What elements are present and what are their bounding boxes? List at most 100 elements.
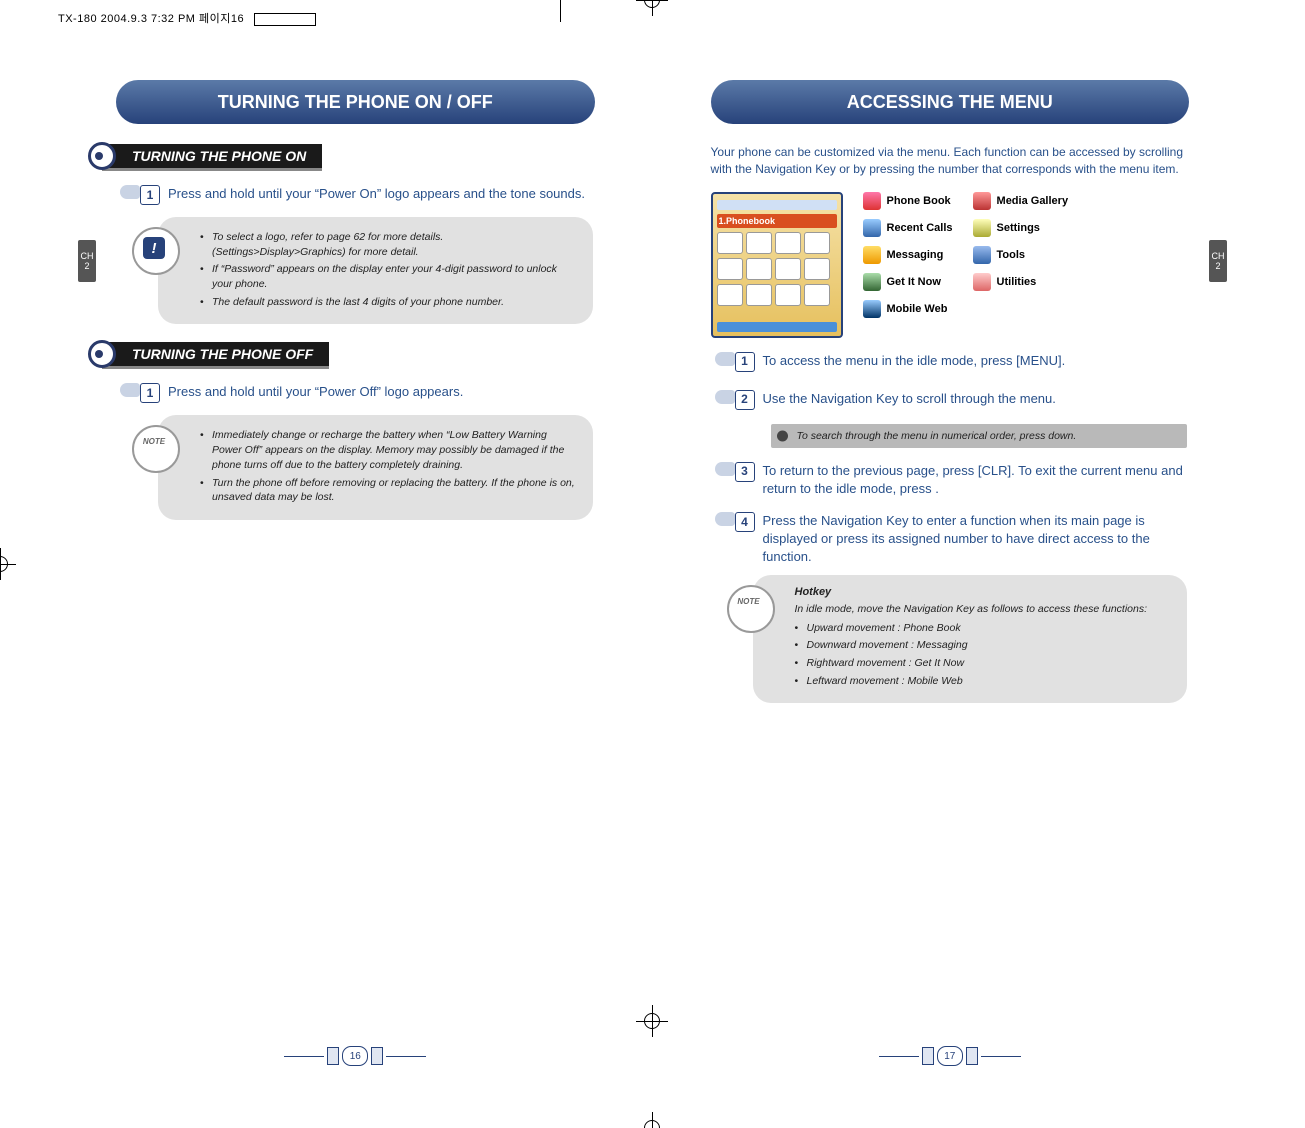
menu-item-messaging: Messaging — [863, 246, 953, 264]
hand-icon — [120, 185, 140, 199]
chapter-label: CH — [81, 251, 94, 261]
section-off-text: TURNING THE PHONE OFF — [132, 346, 313, 362]
warning-box-on: ! To select a logo, refer to page 62 for… — [158, 217, 593, 324]
step4-text: Press the Navigation Key to enter a func… — [763, 512, 1200, 567]
step-number: 1 — [735, 352, 755, 372]
note-icon: NOTE — [736, 596, 762, 607]
step-access-4: 4 Press the Navigation Key to enter a fu… — [725, 512, 1200, 567]
step-on-1-text: Press and hold until your “Power On” log… — [168, 185, 605, 209]
menu-item-mobileweb: Mobile Web — [863, 300, 953, 318]
screen-icon — [775, 258, 801, 280]
page-left: CH 2 TURNING THE PHONE ON / OFF TURNING … — [78, 40, 633, 1088]
menu-label: Messaging — [887, 249, 944, 261]
mobileweb-icon — [863, 300, 881, 318]
menu-preview: 1.Phonebook Phone Book Recent Calls Mess… — [711, 192, 1190, 338]
screen-icon — [717, 284, 743, 306]
chapter-number: 2 — [84, 261, 89, 271]
registration-mark-left — [0, 548, 16, 580]
mediagallery-icon — [973, 192, 991, 210]
section-phone-off: TURNING THE PHONE OFF — [102, 342, 329, 369]
hotkey-item: Rightward movement : Get It Now — [795, 656, 1172, 671]
hotkey-intro: In idle mode, move the Navigation Key as… — [795, 602, 1172, 617]
section-on-text: TURNING THE PHONE ON — [132, 148, 306, 164]
chapter-label: CH — [1212, 251, 1225, 261]
step-number-icon: 1 — [130, 185, 160, 209]
step-number-icon: 1 — [130, 383, 160, 407]
step-access-3: 3 To return to the previous page, press … — [725, 462, 1200, 498]
footer-wing — [966, 1047, 978, 1065]
registration-mark-bottom — [636, 1112, 668, 1128]
phone-screen: 1.Phonebook — [711, 192, 843, 338]
step-number-icon: 3 — [725, 462, 755, 486]
tip-text: To search through the menu in numerical … — [797, 430, 1077, 442]
menu-column-2: Media Gallery Settings Tools Utilities — [973, 192, 1069, 338]
status-bar-icon — [717, 200, 837, 210]
page-footer-left: 16 — [284, 1046, 426, 1066]
doc-header-text: TX-180 2004.9.3 7:32 PM 페이지16 — [58, 13, 244, 25]
screen-icon — [746, 284, 772, 306]
step-number: 1 — [140, 185, 160, 205]
registration-mark-top — [636, 0, 668, 16]
page: TX-180 2004.9.3 7:32 PM 페이지16 CH 2 TURNI… — [0, 0, 1305, 1128]
recentcalls-icon — [863, 219, 881, 237]
step-number-icon: 1 — [725, 352, 755, 376]
note-item: If “Password” appears on the display ent… — [200, 262, 577, 291]
footer-arm — [981, 1056, 1021, 1057]
screen-icon — [775, 232, 801, 254]
menu-item-settings: Settings — [973, 219, 1069, 237]
step-access-2: 2 Use the Navigation Key to scroll throu… — [725, 390, 1200, 414]
utilities-icon — [973, 273, 991, 291]
hotkey-title: Hotkey — [795, 585, 1172, 600]
page-footer-right: 17 — [879, 1046, 1021, 1066]
messaging-icon — [863, 246, 881, 264]
screen-softkey-bar — [717, 322, 837, 332]
step1-text: To access the menu in the idle mode, pre… — [763, 352, 1200, 376]
menu-item-utilities: Utilities — [973, 273, 1069, 291]
tip-bar: To search through the menu in numerical … — [771, 424, 1188, 448]
banner-right-text: ACCESSING THE MENU — [847, 92, 1053, 113]
step-number: 2 — [735, 390, 755, 410]
menu-item-recentcalls: Recent Calls — [863, 219, 953, 237]
banner-left-text: TURNING THE PHONE ON / OFF — [218, 92, 493, 113]
hotkey-item: Upward movement : Phone Book — [795, 621, 1172, 636]
note-box-off: NOTE Immediately change or recharge the … — [158, 415, 593, 519]
step-on-1: 1 Press and hold until your “Power On” l… — [130, 185, 605, 209]
print-mark — [254, 13, 316, 26]
footer-arm — [284, 1056, 324, 1057]
menu-label: Utilities — [997, 276, 1037, 288]
warning-list-on: To select a logo, refer to page 62 for m… — [200, 230, 577, 309]
note-item: To select a logo, refer to page 62 for m… — [200, 230, 577, 259]
screen-icon — [804, 232, 830, 254]
step3-text: To return to the previous page, press [C… — [763, 462, 1200, 498]
hotkey-list: Upward movement : Phone Book Downward mo… — [795, 621, 1172, 689]
screen-icon — [717, 258, 743, 280]
hotkey-item: Downward movement : Messaging — [795, 638, 1172, 653]
step-number-icon: 4 — [725, 512, 755, 536]
footer-arm — [386, 1056, 426, 1057]
menu-item-phonebook: Phone Book — [863, 192, 953, 210]
phonebook-icon — [863, 192, 881, 210]
menu-label: Mobile Web — [887, 303, 948, 315]
hotkey-item: Leftward movement : Mobile Web — [795, 674, 1172, 689]
menu-label: Get It Now — [887, 276, 941, 288]
note-list-off: Immediately change or recharge the batte… — [200, 428, 577, 504]
page-number-right: 17 — [937, 1046, 963, 1066]
hand-icon — [715, 352, 735, 366]
footer-arm — [879, 1056, 919, 1057]
menu-label: Media Gallery — [997, 195, 1069, 207]
step-off-1: 1 Press and hold until your “Power Off” … — [130, 383, 605, 407]
step-access-1: 1 To access the menu in the idle mode, p… — [725, 352, 1200, 376]
tools-icon — [973, 246, 991, 264]
screen-icon — [804, 284, 830, 306]
exclamation-icon: ! — [143, 237, 165, 259]
footer-wing — [922, 1047, 934, 1065]
settings-icon — [973, 219, 991, 237]
chapter-tab-left: CH 2 — [78, 240, 96, 282]
intro-text: Your phone can be customized via the men… — [711, 144, 1190, 178]
crop-tick — [560, 0, 561, 22]
hand-icon — [715, 512, 735, 526]
hand-icon — [120, 383, 140, 397]
hand-icon — [715, 390, 735, 404]
footer-wing — [327, 1047, 339, 1065]
note-icon: NOTE — [141, 436, 167, 447]
